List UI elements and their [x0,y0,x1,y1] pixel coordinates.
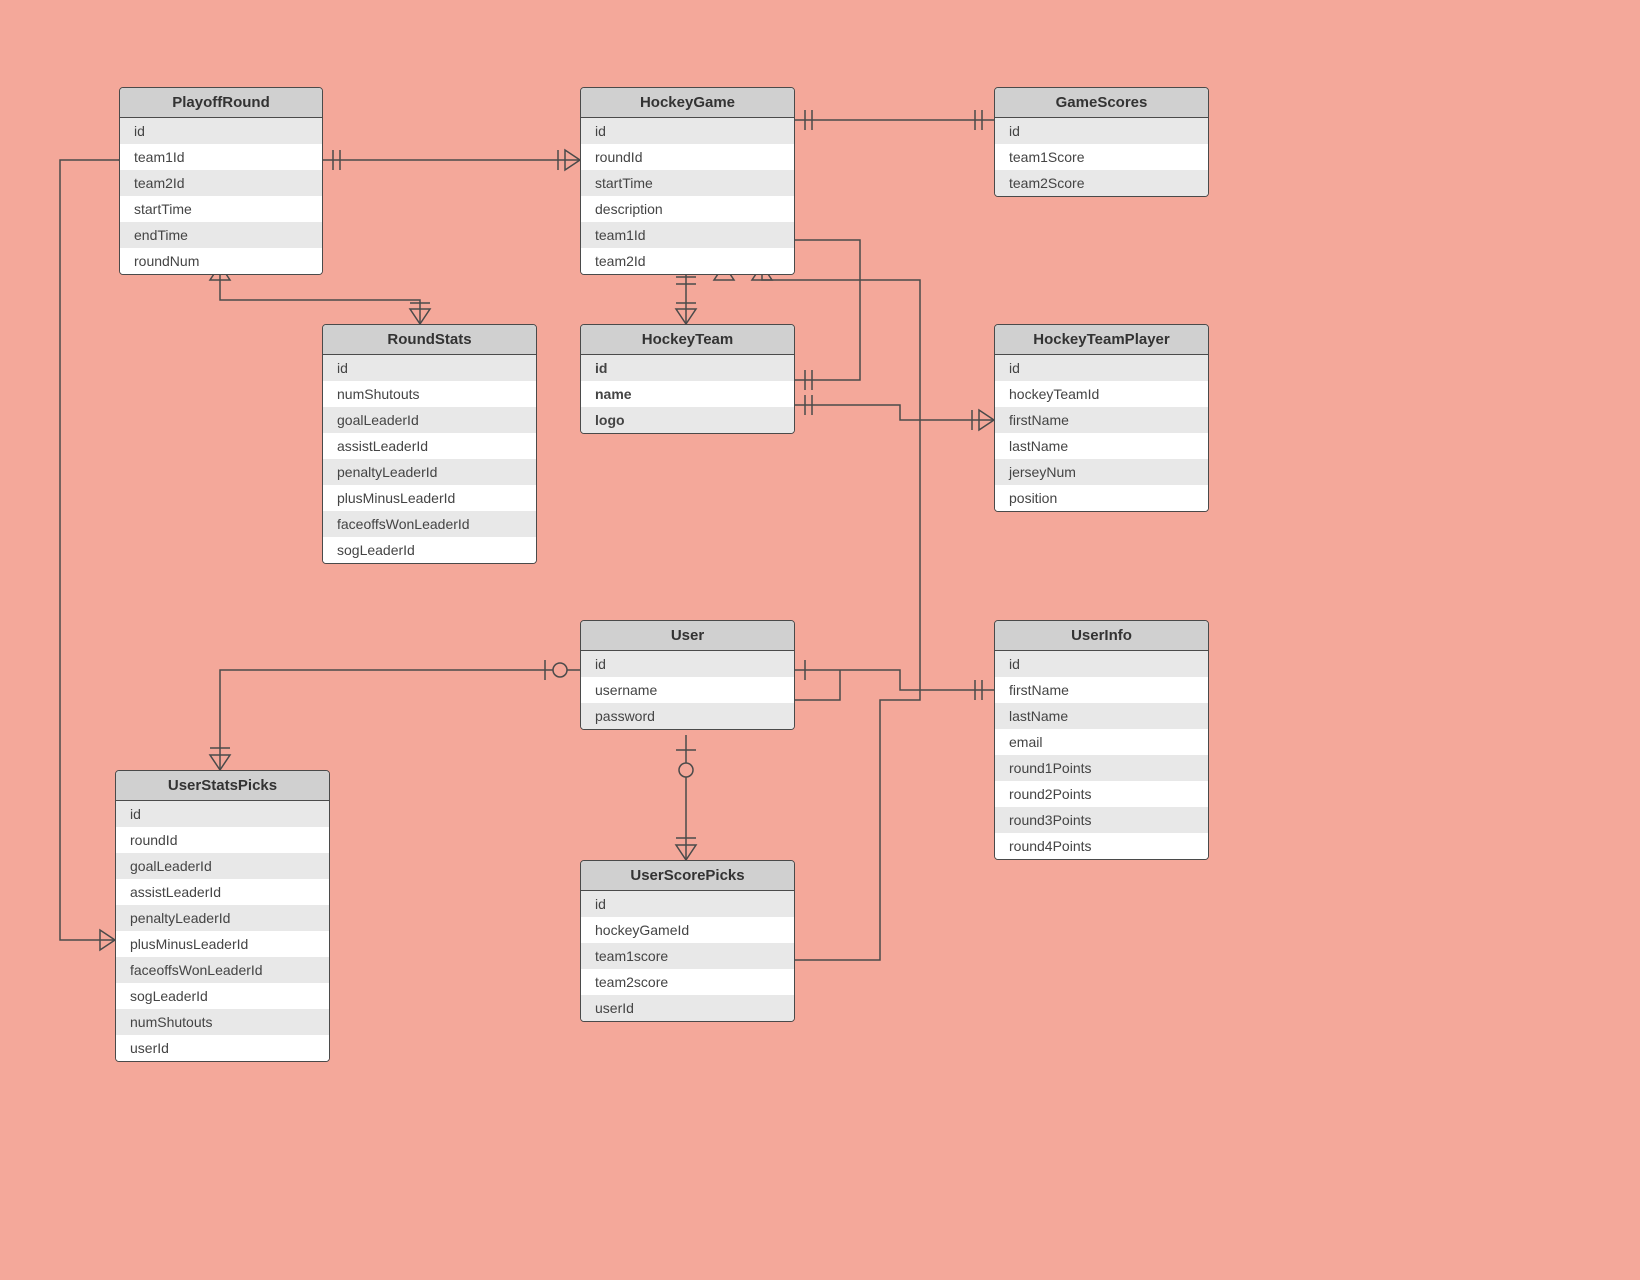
entity-header: UserScorePicks [581,861,794,891]
field: team2Id [581,248,794,274]
field: hockeyTeamId [995,381,1208,407]
field: faceoffsWonLeaderId [116,957,329,983]
field: userId [116,1035,329,1061]
field: goalLeaderId [323,407,536,433]
field: firstName [995,407,1208,433]
entity-userscorepicks: UserScorePicks id hockeyGameId team1scor… [580,860,795,1022]
entity-header: GameScores [995,88,1208,118]
field: penaltyLeaderId [323,459,536,485]
field: round1Points [995,755,1208,781]
entity-gamescores: GameScores id team1Score team2Score [994,87,1209,197]
field: team2score [581,969,794,995]
field: plusMinusLeaderId [116,931,329,957]
entity-header: UserInfo [995,621,1208,651]
field: id [581,891,794,917]
field: startTime [120,196,322,222]
entity-hockeyteamplayer: HockeyTeamPlayer id hockeyTeamId firstNa… [994,324,1209,512]
field: description [581,196,794,222]
field: id [995,355,1208,381]
field: endTime [120,222,322,248]
field: firstName [995,677,1208,703]
field: team1score [581,943,794,969]
field: team1Id [120,144,322,170]
field: startTime [581,170,794,196]
field: numShutouts [116,1009,329,1035]
field: position [995,485,1208,511]
field: sogLeaderId [116,983,329,1009]
entity-header: HockeyTeam [581,325,794,355]
field: id [323,355,536,381]
field: id [581,651,794,677]
field: numShutouts [323,381,536,407]
field: sogLeaderId [323,537,536,563]
entity-userstatspicks: UserStatsPicks id roundId goalLeaderId a… [115,770,330,1062]
field: team1Score [995,144,1208,170]
entity-header: RoundStats [323,325,536,355]
field: id [581,355,794,381]
field: name [581,381,794,407]
field: round3Points [995,807,1208,833]
entity-playoffround: PlayoffRound id team1Id team2Id startTim… [119,87,323,275]
field: faceoffsWonLeaderId [323,511,536,537]
field: jerseyNum [995,459,1208,485]
field: assistLeaderId [323,433,536,459]
field: penaltyLeaderId [116,905,329,931]
field: assistLeaderId [116,879,329,905]
field: id [116,801,329,827]
entity-user: User id username password [580,620,795,730]
entity-roundstats: RoundStats id numShutouts goalLeaderId a… [322,324,537,564]
entity-hockeygame: HockeyGame id roundId startTime descript… [580,87,795,275]
field: email [995,729,1208,755]
entity-header: User [581,621,794,651]
field: lastName [995,433,1208,459]
field: roundId [116,827,329,853]
entity-hockeyteam: HockeyTeam id name logo [580,324,795,434]
field: goalLeaderId [116,853,329,879]
field: roundNum [120,248,322,274]
field: logo [581,407,794,433]
field: hockeyGameId [581,917,794,943]
field: team1Id [581,222,794,248]
field: lastName [995,703,1208,729]
field: id [995,651,1208,677]
field: round2Points [995,781,1208,807]
entity-header: HockeyTeamPlayer [995,325,1208,355]
field: team2Id [120,170,322,196]
field: plusMinusLeaderId [323,485,536,511]
field: id [995,118,1208,144]
field: username [581,677,794,703]
entity-header: UserStatsPicks [116,771,329,801]
field: password [581,703,794,729]
entity-header: PlayoffRound [120,88,322,118]
field: roundId [581,144,794,170]
field: id [581,118,794,144]
entity-header: HockeyGame [581,88,794,118]
field: round4Points [995,833,1208,859]
field: userId [581,995,794,1021]
entity-userinfo: UserInfo id firstName lastName email rou… [994,620,1209,860]
field: id [120,118,322,144]
field: team2Score [995,170,1208,196]
